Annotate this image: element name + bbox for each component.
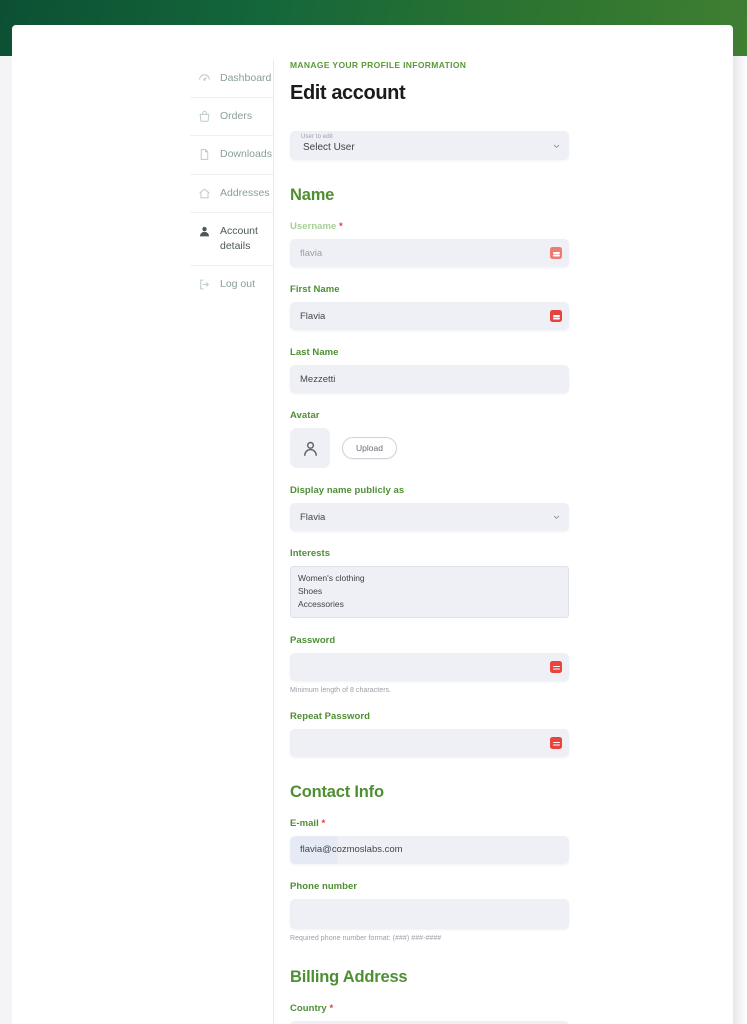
- password-input[interactable]: [290, 652, 569, 681]
- phone-helper-text: Required phone number format: (###) ###-…: [290, 934, 442, 942]
- last-name-label: Last Name: [290, 347, 339, 358]
- email-label: E-mail *: [290, 818, 610, 829]
- page-root: Dashboard Orders Downloads Addresses Acc…: [0, 0, 747, 1024]
- logout-icon: [198, 278, 211, 291]
- section-heading-billing-address: Billing Address: [290, 967, 408, 986]
- section-heading-contact-info: Contact Info: [290, 782, 384, 801]
- username-label-text: Username: [290, 221, 337, 232]
- account-layout: Dashboard Orders Downloads Addresses Acc…: [190, 60, 610, 1024]
- right-gutter: [733, 56, 747, 1024]
- password-manager-icon[interactable]: [550, 310, 562, 322]
- sidebar-item-label: Downloads: [220, 148, 272, 161]
- interests-listbox[interactable]: Women's clothing Shoes Accessories: [290, 566, 569, 618]
- page-eyebrow: MANAGE YOUR PROFILE INFORMATION: [290, 60, 467, 70]
- dashboard-icon: [198, 72, 211, 85]
- required-asterisk: *: [329, 1002, 334, 1014]
- account-sidebar: Dashboard Orders Downloads Addresses Acc…: [190, 60, 274, 1024]
- email-value: flavia@cozmoslabs.com: [300, 844, 403, 856]
- repeat-password-label: Repeat Password: [290, 710, 370, 722]
- password-field: Password Minimum length of 8 characters.: [290, 635, 610, 694]
- sidebar-item-label: Account details: [220, 224, 258, 253]
- account-content: MANAGE YOUR PROFILE INFORMATION Edit acc…: [274, 60, 610, 1024]
- sidebar-item-addresses[interactable]: Addresses: [190, 175, 273, 213]
- first-name-value: Flavia: [300, 310, 326, 322]
- chevron-down-icon: [553, 514, 560, 521]
- display-name-label: Display name publicly as: [290, 485, 405, 496]
- country-label: Country *: [290, 1003, 610, 1014]
- last-name-field: Last Name Mezzetti: [290, 347, 610, 393]
- bag-icon: [198, 110, 211, 123]
- user-to-edit-value: Select User: [303, 141, 355, 153]
- upload-button[interactable]: Upload: [342, 437, 397, 459]
- list-item[interactable]: Women's clothing: [298, 572, 561, 585]
- file-icon: [198, 148, 211, 161]
- phone-number-field: Phone number Required phone number forma…: [290, 881, 610, 942]
- email-input[interactable]: flavia@cozmoslabs.com: [290, 835, 569, 864]
- avatar-field: Avatar Upload: [290, 410, 610, 468]
- password-manager-icon[interactable]: [550, 660, 562, 673]
- avatar[interactable]: [290, 428, 330, 468]
- section-heading-name: Name: [290, 186, 335, 204]
- page-title: Edit account: [290, 82, 406, 104]
- sidebar-item-label: Orders: [220, 110, 253, 123]
- display-name-value: Flavia: [300, 511, 326, 523]
- home-icon: [198, 187, 211, 200]
- chevron-down-icon: [553, 142, 560, 149]
- sidebar-item-downloads[interactable]: Downloads: [190, 136, 273, 175]
- sidebar-item-label: Addresses: [220, 186, 270, 199]
- interests-label: Interests: [290, 548, 331, 559]
- country-label-text: Country: [290, 1002, 327, 1014]
- person-icon: [198, 225, 211, 238]
- password-label: Password: [290, 634, 336, 646]
- list-item[interactable]: Shoes: [298, 585, 561, 598]
- email-field: E-mail * flavia@cozmoslabs.com: [290, 818, 610, 864]
- person-icon: [301, 439, 320, 458]
- sidebar-item-dashboard[interactable]: Dashboard: [190, 60, 273, 99]
- last-name-value: Mezzetti: [300, 373, 336, 385]
- username-input[interactable]: flavia: [290, 239, 569, 267]
- repeat-password-field: Repeat Password: [290, 711, 610, 757]
- user-to-edit-label: User to edit: [301, 134, 333, 140]
- user-to-edit-field: User to edit Select User: [290, 131, 610, 160]
- interests-field: Interests Women's clothing Shoes Accesso…: [290, 548, 610, 618]
- last-name-input[interactable]: Mezzetti: [290, 365, 569, 393]
- sidebar-item-label: Dashboard: [220, 72, 272, 84]
- username-field: Username * flavia: [290, 221, 610, 267]
- first-name-field: First Name Flavia: [290, 284, 610, 330]
- username-label: Username *: [290, 221, 610, 232]
- required-asterisk: *: [321, 817, 326, 829]
- display-name-select[interactable]: Flavia: [290, 503, 569, 531]
- sidebar-item-log-out[interactable]: Log out: [190, 266, 273, 303]
- sidebar-item-orders[interactable]: Orders: [190, 98, 273, 137]
- avatar-label: Avatar: [290, 410, 320, 421]
- sidebar-item-account-details[interactable]: Account details: [190, 213, 273, 267]
- password-manager-icon[interactable]: [550, 247, 562, 259]
- phone-number-input[interactable]: [290, 898, 569, 929]
- password-helper-text: Minimum length of 8 characters.: [290, 686, 392, 694]
- sidebar-item-label: Log out: [220, 278, 256, 291]
- country-field: Country * Select an option...: [290, 1003, 610, 1024]
- password-manager-icon[interactable]: [550, 736, 562, 749]
- email-label-text: E-mail: [290, 817, 319, 829]
- list-item[interactable]: Accessories: [298, 598, 561, 611]
- user-to-edit-select[interactable]: User to edit Select User: [290, 131, 569, 160]
- avatar-row: Upload: [290, 428, 610, 468]
- country-select[interactable]: Select an option...: [290, 1020, 569, 1024]
- username-value: flavia: [300, 247, 323, 259]
- display-name-field: Display name publicly as Flavia: [290, 485, 610, 531]
- phone-number-label: Phone number: [290, 880, 358, 892]
- content-card: Dashboard Orders Downloads Addresses Acc…: [12, 25, 733, 1024]
- first-name-label: First Name: [290, 284, 340, 295]
- first-name-input[interactable]: Flavia: [290, 302, 569, 330]
- repeat-password-input[interactable]: [290, 728, 569, 757]
- required-asterisk: *: [339, 221, 343, 232]
